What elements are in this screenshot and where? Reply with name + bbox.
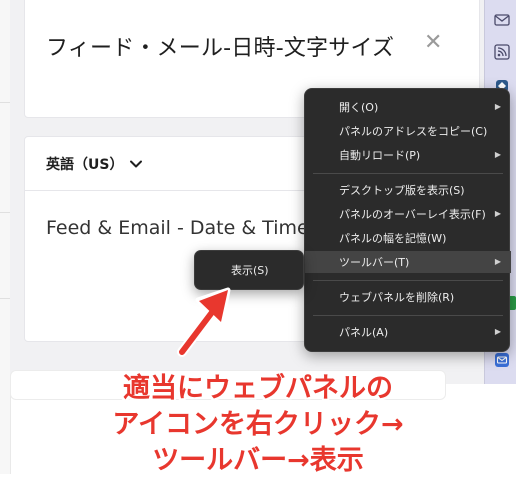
annotation-arrow-icon xyxy=(177,287,231,357)
chevron-down-icon xyxy=(130,160,143,168)
submenu-item-show[interactable]: 表示(S) xyxy=(195,251,305,291)
menu-item-label: ウェブパネルを削除(R) xyxy=(339,291,455,304)
feed-card-title: フィード・メール-日時-文字サイズ xyxy=(46,36,395,61)
menu-item-delete-panel[interactable]: ウェブパネルを削除(R) xyxy=(305,286,511,308)
strip-divider xyxy=(0,298,10,299)
menu-item-label: ツールバー(T) xyxy=(339,256,410,269)
menu-item-label: パネルの幅を記憶(W) xyxy=(339,232,447,245)
submenu-arrow-icon: ▶ xyxy=(494,209,501,218)
menu-item-label: パネルのアドレスをコピー(C) xyxy=(339,125,488,138)
annotation-line-1: 適当にウェブパネルの xyxy=(123,373,393,404)
menu-item-desktop-version[interactable]: デスクトップ版を表示(S) xyxy=(305,179,511,201)
submenu-arrow-icon: ▶ xyxy=(494,257,501,266)
menu-item-remember-width[interactable]: パネルの幅を記憶(W) xyxy=(305,227,511,249)
menu-item-copy-address[interactable]: パネルのアドレスをコピー(C) xyxy=(305,120,511,142)
toolbar-submenu: 表示(S) xyxy=(194,250,304,290)
menu-item-label: 開く(O) xyxy=(339,101,379,114)
submenu-item-label: 表示(S) xyxy=(231,264,269,277)
mail-icon[interactable] xyxy=(494,12,510,28)
submenu-arrow-icon: ▶ xyxy=(494,102,501,111)
menu-item-auto-reload[interactable]: 自動リロード(P) ▶ xyxy=(305,144,511,166)
menu-item-open[interactable]: 開く(O) ▶ xyxy=(305,96,511,118)
menu-item-label: デスクトップ版を表示(S) xyxy=(339,184,465,197)
annotation-line-3: ツールバー→表示 xyxy=(152,445,364,476)
strip-divider xyxy=(0,102,10,103)
submenu-arrow-icon: ▶ xyxy=(494,327,501,336)
strip-divider xyxy=(0,212,10,213)
rss-icon[interactable] xyxy=(494,44,510,60)
menu-separator xyxy=(313,173,503,174)
language-select[interactable]: 英語（US） xyxy=(46,154,143,174)
menu-item-label: 自動リロード(P) xyxy=(339,149,421,162)
close-icon[interactable]: ✕ xyxy=(424,30,442,55)
menu-item-overlay[interactable]: パネルのオーバーレイ表示(F) ▶ xyxy=(305,203,511,225)
menu-item-panel[interactable]: パネル(A) ▶ xyxy=(305,321,511,343)
submenu-arrow-icon: ▶ xyxy=(494,150,501,159)
menu-separator xyxy=(313,280,503,281)
menu-item-toolbar[interactable]: ツールバー(T) ▶ xyxy=(305,251,511,273)
language-select-value: 英語（US） xyxy=(46,157,124,173)
preview-text: Feed & Email - Date & Time xyxy=(46,217,308,239)
annotation-line-2: アイコンを右クリック→ xyxy=(112,409,404,440)
menu-separator xyxy=(313,315,503,316)
context-menu: 開く(O) ▶ パネルのアドレスをコピー(C) 自動リロード(P) ▶ デスクト… xyxy=(304,88,511,352)
menu-item-label: パネルのオーバーレイ表示(F) xyxy=(339,208,486,221)
menu-item-label: パネル(A) xyxy=(339,326,389,339)
